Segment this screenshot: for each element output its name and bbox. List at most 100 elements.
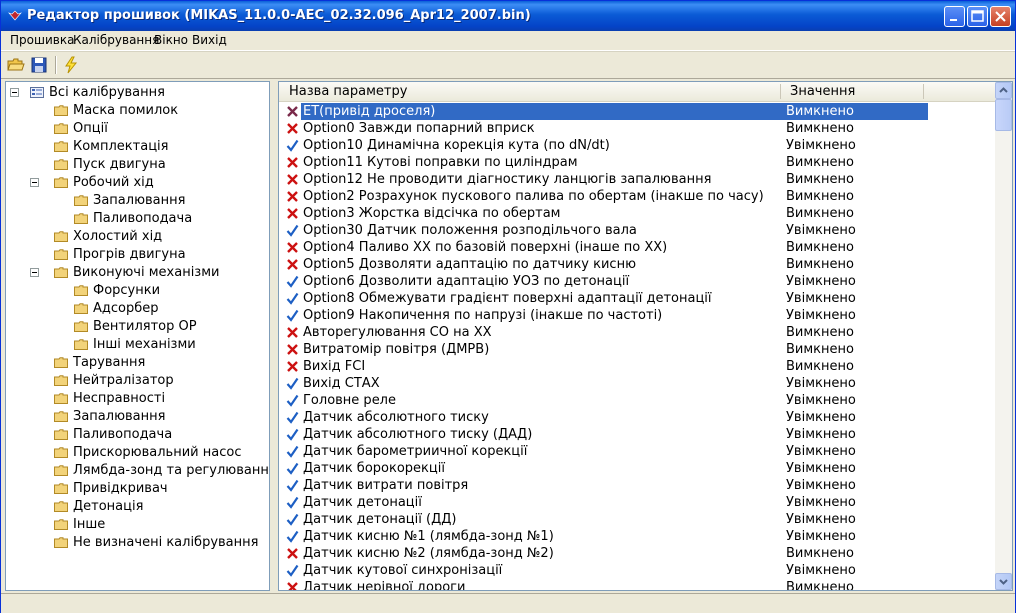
tree-node[interactable]: Пуск двигуна <box>6 156 269 174</box>
table-row[interactable]: Option12 Не проводити діагностику ланцюг… <box>279 171 995 188</box>
table-row[interactable]: Option0 Завжди попарний вприск Вимкнено <box>279 120 995 137</box>
parameter-value[interactable]: Увімкнено <box>782 528 928 545</box>
tree-node[interactable]: Нейтралізатор <box>6 372 269 390</box>
table-row[interactable]: Option2 Розрахунок пускового палива по о… <box>279 188 995 205</box>
table-row[interactable]: Датчик кутової синхронізації Увімкнено <box>279 562 995 579</box>
parameter-value[interactable]: Увімкнено <box>782 409 928 426</box>
title-bar[interactable]: Редактор прошивок (MIKAS_11.0.0-AEC_02.3… <box>1 1 1015 31</box>
collapse-toggle-icon[interactable] <box>30 178 39 187</box>
parameter-value[interactable]: Увімкнено <box>782 222 928 239</box>
parameter-value[interactable]: Вимкнено <box>782 545 928 562</box>
tree-node[interactable]: Детонація <box>6 498 269 516</box>
close-button[interactable] <box>990 6 1011 27</box>
table-row[interactable]: Вихід СТАХ Увімкнено <box>279 375 995 392</box>
scroll-down-button[interactable] <box>995 573 1012 590</box>
column-header-value[interactable]: Значення <box>790 84 855 99</box>
parameter-value[interactable]: Вимкнено <box>782 188 928 205</box>
table-row[interactable]: Option9 Накопичення по напрузі (інакше п… <box>279 307 995 324</box>
parameter-value[interactable]: Вимкнено <box>782 154 928 171</box>
table-row[interactable]: Датчик детонації (ДД) Увімкнено <box>279 511 995 528</box>
lightning-icon[interactable] <box>61 55 81 75</box>
tree-node[interactable]: Опції <box>6 120 269 138</box>
table-row[interactable]: Option6 Дозволити адаптацію УОЗ по детон… <box>279 273 995 290</box>
table-row[interactable]: Option4 Паливо ХХ по базовій поверхні (і… <box>279 239 995 256</box>
scroll-up-button[interactable] <box>995 82 1012 99</box>
table-row[interactable]: Авторегулювання СО на ХХ Вимкнено <box>279 324 995 341</box>
tree-node[interactable]: Форсунки <box>6 282 269 300</box>
tree-node[interactable]: Вентилятор ОР <box>6 318 269 336</box>
table-row[interactable]: Option8 Обмежувати градієнт поверхні ада… <box>279 290 995 307</box>
table-row[interactable]: Вихід FCI Вимкнено <box>279 358 995 375</box>
tree-node[interactable]: Паливоподача <box>6 210 269 228</box>
maximize-button[interactable] <box>967 6 988 27</box>
table-row[interactable]: Датчик борокорекції Увімкнено <box>279 460 995 477</box>
parameter-value[interactable]: Вимкнено <box>782 103 928 120</box>
column-header-name[interactable]: Назва параметру <box>289 84 407 99</box>
tree-node[interactable]: Робочий хід <box>6 174 269 192</box>
table-row[interactable]: Option30 Датчик положення розподільчого … <box>279 222 995 239</box>
calibration-tree[interactable]: Всі калібрування Маска помилок Опції Компле… <box>5 81 270 591</box>
table-row[interactable]: Option5 Дозволяти адаптацію по датчику к… <box>279 256 995 273</box>
parameter-value[interactable]: Вимкнено <box>782 171 928 188</box>
tree-node[interactable]: Прогрів двигуна <box>6 246 269 264</box>
open-folder-icon[interactable] <box>6 55 26 75</box>
tree-node[interactable]: Не визначені калібрування <box>6 534 269 552</box>
parameter-value[interactable]: Вимкнено <box>782 579 928 590</box>
table-row[interactable]: Датчик кисню №1 (лямбда-зонд №1) Увімкнен… <box>279 528 995 545</box>
vertical-scrollbar[interactable] <box>995 82 1012 590</box>
parameter-value[interactable]: Вимкнено <box>782 205 928 222</box>
tree-node[interactable]: Інше <box>6 516 269 534</box>
tree-node[interactable]: Привідкривач <box>6 480 269 498</box>
parameter-value[interactable]: Увімкнено <box>782 511 928 528</box>
table-row[interactable]: Датчик кисню №2 (лямбда-зонд №2) Вимкнено <box>279 545 995 562</box>
table-row[interactable]: Головне реле Увімкнено <box>279 392 995 409</box>
tree-node[interactable]: Запалювання <box>6 408 269 426</box>
parameter-value[interactable]: Увімкнено <box>782 443 928 460</box>
tree-node[interactable]: Холостий хід <box>6 228 269 246</box>
table-row[interactable]: ЕТ(привід дроселя) Вимкнено <box>279 103 995 120</box>
column-divider[interactable] <box>923 84 924 99</box>
parameter-value[interactable]: Вимкнено <box>782 341 928 358</box>
menu-window[interactable]: Вікно <box>154 33 188 47</box>
parameter-value[interactable]: Вимкнено <box>782 239 928 256</box>
table-row[interactable]: Датчик барометриичної корекції Увімкнено <box>279 443 995 460</box>
panel-splitter[interactable] <box>271 81 277 591</box>
parameter-value[interactable]: Увімкнено <box>782 137 928 154</box>
tree-node[interactable]: Інші механізми <box>6 336 269 354</box>
tree-node[interactable]: Комплектація <box>6 138 269 156</box>
tree-node[interactable]: Лямбда-зонд та регулювання <box>6 462 269 480</box>
table-row[interactable]: Датчик нерівної дороги Вимкнено <box>279 579 995 590</box>
collapse-toggle-icon[interactable] <box>10 88 19 97</box>
table-row[interactable]: Option11 Кутові поправки по циліндрам Вим… <box>279 154 995 171</box>
parameter-value[interactable]: Вимкнено <box>782 358 928 375</box>
table-row[interactable]: Option3 Жорстка відсічка по обертам Вимкн… <box>279 205 995 222</box>
table-row[interactable]: Датчик абсолютного тиску (ДАД) Увімкнено <box>279 426 995 443</box>
parameter-value[interactable]: Увімкнено <box>782 375 928 392</box>
table-row[interactable]: Витратомір повітря (ДМРВ) Вимкнено <box>279 341 995 358</box>
collapse-toggle-icon[interactable] <box>30 268 39 277</box>
column-divider[interactable] <box>780 84 781 99</box>
minimize-button[interactable] <box>944 6 965 27</box>
parameter-value[interactable]: Увімкнено <box>782 392 928 409</box>
scroll-thumb[interactable] <box>995 99 1012 131</box>
parameter-value[interactable]: Вимкнено <box>782 256 928 273</box>
parameter-value[interactable]: Увімкнено <box>782 307 928 324</box>
tree-node[interactable]: Несправності <box>6 390 269 408</box>
parameter-value[interactable]: Увімкнено <box>782 426 928 443</box>
menu-firmware[interactable]: Прошивка <box>10 33 74 47</box>
parameter-value[interactable]: Вимкнено <box>782 324 928 341</box>
tree-node[interactable]: Тарування <box>6 354 269 372</box>
parameter-value[interactable]: Увімкнено <box>782 290 928 307</box>
save-icon[interactable] <box>29 55 49 75</box>
parameter-value[interactable]: Увімкнено <box>782 562 928 579</box>
tree-node[interactable]: Маска помилок <box>6 102 269 120</box>
parameter-value[interactable]: Вимкнено <box>782 120 928 137</box>
tree-node[interactable]: Паливоподача <box>6 426 269 444</box>
tree-node[interactable]: Виконуючі механізми <box>6 264 269 282</box>
parameter-value[interactable]: Увімкнено <box>782 460 928 477</box>
tree-node[interactable]: Адсорбер <box>6 300 269 318</box>
table-row[interactable]: Option10 Динамічна корекція кута (по dN/… <box>279 137 995 154</box>
menu-calibration[interactable]: Калібрування <box>73 33 159 47</box>
parameter-value[interactable]: Увімкнено <box>782 273 928 290</box>
table-row[interactable]: Датчик абсолютного тиску Увімкнено <box>279 409 995 426</box>
